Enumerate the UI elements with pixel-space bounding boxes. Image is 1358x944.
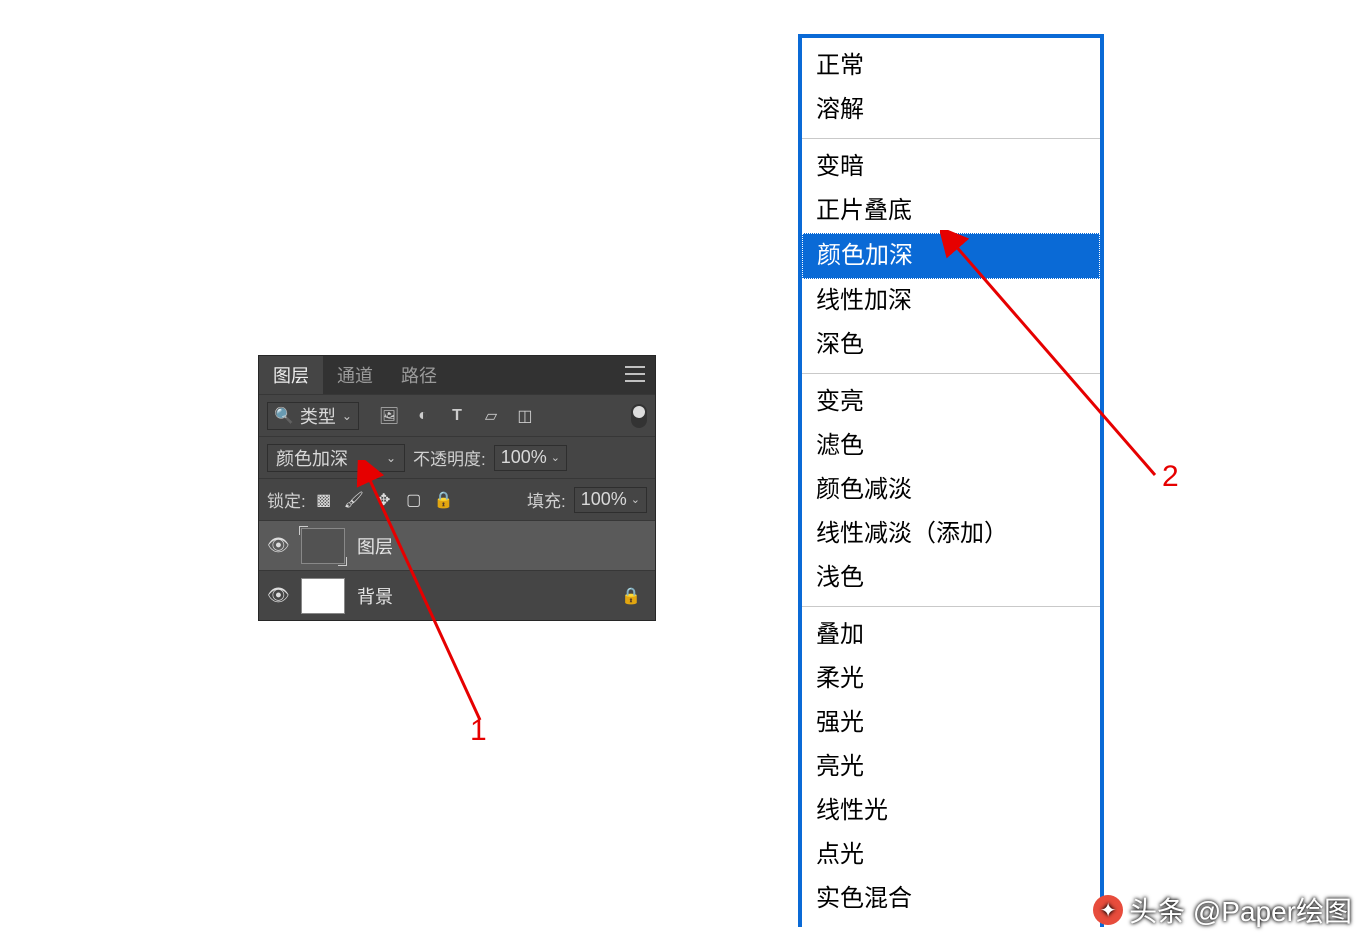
- lock-paint-icon[interactable]: 🖌: [344, 490, 364, 510]
- chevron-down-icon: ⌄: [631, 493, 640, 506]
- panel-menu-icon[interactable]: [625, 366, 645, 382]
- blend-option-screen[interactable]: 滤色: [802, 424, 1100, 468]
- blend-option-overlay[interactable]: 叠加: [802, 613, 1100, 657]
- watermark: ✦ 头条 @Paper绘图: [1093, 890, 1352, 930]
- blend-option-color-burn[interactable]: 颜色加深: [802, 233, 1100, 279]
- layer-name[interactable]: 背景: [357, 583, 393, 609]
- blend-option-pin-light[interactable]: 点光: [802, 833, 1100, 877]
- filter-type-select[interactable]: 🔍 类型 ⌄: [267, 402, 359, 430]
- opacity-input[interactable]: 100% ⌄: [494, 445, 567, 471]
- annotation-label-1: 1: [470, 714, 487, 748]
- watermark-logo-icon: ✦: [1093, 895, 1123, 925]
- search-icon: 🔍: [274, 406, 294, 426]
- blend-option-hard-light[interactable]: 强光: [802, 701, 1100, 745]
- blend-option-hard-mix[interactable]: 实色混合: [802, 877, 1100, 921]
- panel-tabs: 图层 通道 路径: [259, 356, 655, 394]
- adjustment-filter-icon[interactable]: ◐: [413, 406, 433, 426]
- chevron-down-icon: ⌄: [551, 451, 560, 464]
- blend-mode-value: 颜色加深: [276, 445, 348, 471]
- lock-icon: 🔒: [621, 586, 641, 606]
- lock-position-icon[interactable]: ✥: [374, 490, 394, 510]
- blend-mode-select[interactable]: 颜色加深 ⌄: [267, 444, 405, 472]
- blend-opacity-row: 颜色加深 ⌄ 不透明度: 100% ⌄: [259, 436, 655, 478]
- fill-label: 填充:: [527, 487, 566, 512]
- blend-option-lighter-color[interactable]: 浅色: [802, 556, 1100, 600]
- smartobject-filter-icon[interactable]: ◫: [515, 406, 535, 426]
- filter-row: 🔍 类型 ⌄ 🖼 ◐ T ▱ ◫: [259, 394, 655, 436]
- lock-transparency-icon[interactable]: ▩: [314, 490, 334, 510]
- layer-row[interactable]: 👁 背景 🔒: [259, 570, 655, 620]
- opacity-label: 不透明度:: [413, 445, 486, 470]
- blend-option-linear-light[interactable]: 线性光: [802, 789, 1100, 833]
- opacity-value: 100%: [501, 447, 547, 468]
- blend-option-multiply[interactable]: 正片叠底: [802, 189, 1100, 233]
- lock-fill-row: 锁定: ▩ 🖌 ✥ ▢ 🔒 填充: 100% ⌄: [259, 478, 655, 520]
- type-filter-icon[interactable]: T: [447, 406, 467, 426]
- tab-paths[interactable]: 路径: [387, 356, 451, 394]
- layer-thumbnail[interactable]: [301, 528, 345, 564]
- layer-name[interactable]: 图层: [357, 533, 393, 559]
- filter-toggle[interactable]: [631, 404, 647, 428]
- lock-artboard-icon[interactable]: ▢: [404, 490, 424, 510]
- lock-icons: ▩ 🖌 ✥ ▢ 🔒: [314, 490, 454, 510]
- tab-layers[interactable]: 图层: [259, 356, 323, 394]
- blend-option-linear-burn[interactable]: 线性加深: [802, 279, 1100, 323]
- visibility-icon[interactable]: 👁: [267, 585, 289, 606]
- blend-option-dissolve[interactable]: 溶解: [802, 88, 1100, 132]
- blend-option-normal[interactable]: 正常: [802, 44, 1100, 88]
- layer-thumbnail[interactable]: [301, 578, 345, 614]
- blend-option-darker-color[interactable]: 深色: [802, 323, 1100, 367]
- chevron-down-icon: ⌄: [386, 451, 396, 465]
- layer-row[interactable]: 👁 图层: [259, 520, 655, 570]
- fill-value: 100%: [581, 489, 627, 510]
- tab-channels[interactable]: 通道: [323, 356, 387, 394]
- blend-option-lighten[interactable]: 变亮: [802, 380, 1100, 424]
- blend-option-linear-dodge[interactable]: 线性减淡（添加）: [802, 512, 1100, 556]
- lock-label: 锁定:: [267, 487, 306, 512]
- lock-all-icon[interactable]: 🔒: [434, 490, 454, 510]
- visibility-icon[interactable]: 👁: [267, 535, 289, 556]
- annotation-label-2: 2: [1162, 460, 1179, 494]
- shape-filter-icon[interactable]: ▱: [481, 406, 501, 426]
- watermark-text: 头条 @Paper绘图: [1129, 890, 1352, 930]
- filter-type-label: 类型: [300, 403, 336, 429]
- pixel-filter-icon[interactable]: 🖼: [379, 406, 399, 426]
- blend-option-soft-light[interactable]: 柔光: [802, 657, 1100, 701]
- blend-option-darken[interactable]: 变暗: [802, 145, 1100, 189]
- fill-input[interactable]: 100% ⌄: [574, 487, 647, 513]
- chevron-down-icon: ⌄: [342, 409, 352, 423]
- blend-option-vivid-light[interactable]: 亮光: [802, 745, 1100, 789]
- layers-panel: 图层 通道 路径 🔍 类型 ⌄ 🖼 ◐ T ▱ ◫ 颜色加深 ⌄ 不透明度: 1…: [258, 355, 656, 621]
- filter-icons: 🖼 ◐ T ▱ ◫: [379, 406, 535, 426]
- blend-option-color-dodge[interactable]: 颜色减淡: [802, 468, 1100, 512]
- blend-mode-menu: 正常 溶解 变暗 正片叠底 颜色加深 线性加深 深色 变亮 滤色 颜色减淡 线性…: [798, 34, 1104, 927]
